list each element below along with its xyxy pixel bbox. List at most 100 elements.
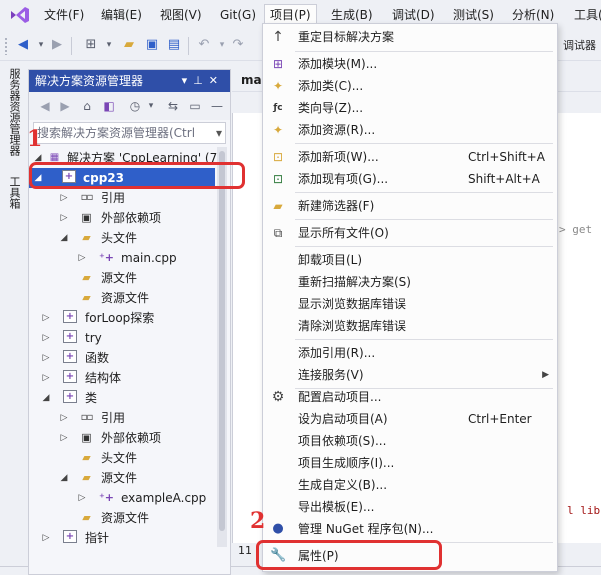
step-2-highlight-box [256, 540, 442, 570]
menu-item-clear-browse-db-errors[interactable]: 清除浏览数据库错误 [263, 315, 557, 337]
tree-item-references[interactable]: ▷ ▫▫ 引用 [29, 188, 219, 208]
save-all-icon[interactable]: ▤ [165, 36, 183, 54]
tree-item-header-files[interactable]: ▰ 头文件 [29, 448, 219, 468]
forward-icon[interactable]: ▶ [48, 36, 66, 54]
visual-studio-logo-icon[interactable] [9, 5, 31, 25]
collapsed-icon[interactable]: ▷ [41, 328, 51, 348]
switch-views-icon[interactable]: ◧ [101, 98, 117, 114]
menu-item-add-existing-item[interactable]: ⊡ 添加现有项(G)... Shift+Alt+A [263, 168, 557, 190]
menu-item-set-startup-project[interactable]: 设为启动项目(A) Ctrl+Enter [263, 408, 557, 430]
tree-item-project-pointers[interactable]: ▷ + 指针 [29, 528, 219, 548]
tree-item-project-try[interactable]: ▷ + try [29, 328, 219, 348]
menu-debug[interactable]: 调试(D) [392, 6, 435, 24]
menu-item-project-build-order[interactable]: 项目生成顺序(I)... [263, 452, 557, 474]
menu-item-add-class[interactable]: ✦ 添加类(C)... [263, 75, 557, 97]
collapsed-icon[interactable]: ▷ [59, 188, 69, 208]
collapsed-icon[interactable]: ▷ [41, 348, 51, 368]
tree-scrollbar[interactable] [217, 147, 227, 547]
menu-item-class-wizard[interactable]: ƒc 类向导(Z)... [263, 97, 557, 119]
solution-explorer-search-input[interactable]: 搜索解决方案资源管理器(Ctrl ▾ [33, 122, 226, 144]
collapsed-icon[interactable]: ▷ [59, 428, 69, 448]
tree-item-project-functions[interactable]: ▷ + 函数 [29, 348, 219, 368]
toolbox-tab[interactable]: 工具箱 [7, 176, 21, 209]
toolbar-grip[interactable] [4, 37, 8, 55]
menu-tools[interactable]: 工具( [574, 6, 601, 24]
debugger-label[interactable]: 调试器 [563, 37, 596, 53]
menu-item-show-all-files[interactable]: ⧉ 显示所有文件(O) [263, 222, 557, 244]
references-icon: ▫▫ [80, 192, 94, 203]
menu-item-manage-nuget[interactable]: ● 管理 NuGet 程序包(N)... [263, 518, 557, 540]
menu-view[interactable]: 视图(V) [160, 6, 202, 24]
home-icon[interactable]: ⌂ [79, 98, 95, 114]
more-icon[interactable]: — [209, 98, 225, 114]
collapsed-icon[interactable]: ▷ [77, 248, 87, 268]
pending-dropdown-icon[interactable]: ▾ [143, 98, 159, 114]
menu-item-label: 配置启动项目... [298, 390, 382, 404]
project-icon: + [63, 370, 77, 383]
new-dropdown-icon[interactable]: ▾ [100, 36, 118, 54]
tree-item-project-forloop[interactable]: ▷ + forLoop探索 [29, 308, 219, 328]
tree-item-main-cpp[interactable]: ▷ ⁺+ main.cpp [29, 248, 219, 268]
menu-build[interactable]: 生成(B) [331, 6, 373, 24]
tree-item-references[interactable]: ▷ ▫▫ 引用 [29, 408, 219, 428]
tree-item-project-class[interactable]: ◢ + 类 [29, 388, 219, 408]
expanded-icon[interactable]: ◢ [59, 468, 69, 488]
sync-icon[interactable]: ⇆ [165, 98, 181, 114]
tree-item-external-deps[interactable]: ▷ ▣ 外部依赖项 [29, 208, 219, 228]
tree-item-external-deps[interactable]: ▷ ▣ 外部依赖项 [29, 428, 219, 448]
menu-item-unload-project[interactable]: 卸载项目(L) [263, 249, 557, 271]
menu-analyze[interactable]: 分析(N) [512, 6, 554, 24]
menu-item-retarget-solution[interactable]: ↑ 重定目标解决方案 [263, 26, 557, 48]
external-deps-icon: ▣ [81, 211, 92, 224]
collapsed-icon[interactable]: ▷ [59, 208, 69, 228]
expanded-icon[interactable]: ◢ [59, 228, 69, 248]
tree-item-source-files[interactable]: ◢ ▰ 源文件 [29, 468, 219, 488]
scrollbar-thumb[interactable] [219, 151, 225, 531]
menu-file[interactable]: 文件(F) [44, 6, 84, 24]
menu-edit[interactable]: 编辑(E) [101, 6, 142, 24]
tree-item-label: 资源文件 [101, 291, 150, 305]
tree-item-resource-files[interactable]: ▰ 资源文件 [29, 288, 219, 308]
back-icon[interactable]: ◀ [14, 36, 32, 54]
back-icon[interactable]: ◀ [37, 98, 53, 114]
menu-item-add-new-item[interactable]: ⊡ 添加新项(W)... Ctrl+Shift+A [263, 146, 557, 168]
menu-item-new-filter[interactable]: ▰ 新建筛选器(F) [263, 195, 557, 217]
close-icon[interactable]: ✕ [209, 74, 224, 87]
collapsed-icon[interactable]: ▷ [41, 368, 51, 388]
tree-item-examplea-cpp[interactable]: ▷ ⁺+ exampleA.cpp [29, 488, 219, 508]
tree-item-source-files[interactable]: ▰ 源文件 [29, 268, 219, 288]
save-icon[interactable]: ▣ [143, 36, 161, 54]
menu-item-show-browse-db-errors[interactable]: 显示浏览数据库错误 [263, 293, 557, 315]
collapse-all-icon[interactable]: ▭ [187, 98, 203, 114]
menu-item-add-resource[interactable]: ✦ 添加资源(R)... [263, 119, 557, 141]
menu-item-connected-services[interactable]: 连接服务(V) ▶ [263, 364, 557, 386]
collapsed-icon[interactable]: ▷ [41, 528, 51, 548]
tree-item-header-files[interactable]: ◢ ▰ 头文件 [29, 228, 219, 248]
pending-changes-icon[interactable]: ◷ [127, 98, 143, 114]
expanded-icon[interactable]: ◢ [41, 388, 51, 408]
menu-item-project-dependencies[interactable]: 项目依赖项(S)... [263, 430, 557, 452]
redo-icon[interactable]: ↷ [229, 36, 247, 54]
pin-icon[interactable]: ⊥ [193, 74, 209, 87]
dropdown-icon[interactable]: ▾ [182, 74, 194, 87]
menu-item-export-template[interactable]: 导出模板(E)... [263, 496, 557, 518]
menu-item-build-customizations[interactable]: 生成自定义(B)... [263, 474, 557, 496]
collapsed-icon[interactable]: ▷ [59, 408, 69, 428]
open-folder-icon[interactable]: ▰ [120, 36, 138, 54]
menu-item-add-reference[interactable]: 添加引用(R)... [263, 342, 557, 364]
menu-test[interactable]: 测试(S) [453, 6, 494, 24]
tree-item-project-structs[interactable]: ▷ + 结构体 [29, 368, 219, 388]
menu-item-configure-startup[interactable]: ⚙ 配置启动项目... [263, 386, 557, 408]
menu-git[interactable]: Git(G) [220, 6, 256, 24]
menu-item-rescan-solution[interactable]: 重新扫描解决方案(S) [263, 271, 557, 293]
server-explorer-tab[interactable]: 服务器资源管理器 [7, 68, 21, 156]
undo-icon[interactable]: ↶ [195, 36, 213, 54]
forward-icon[interactable]: ▶ [57, 98, 73, 114]
tree-item-resource-files[interactable]: ▰ 资源文件 [29, 508, 219, 528]
collapsed-icon[interactable]: ▷ [41, 308, 51, 328]
menu-item-add-module[interactable]: ⊞ 添加模块(M)... [263, 53, 557, 75]
collapsed-icon[interactable]: ▷ [77, 488, 87, 508]
new-project-icon[interactable]: ⊞ [82, 36, 100, 54]
search-options-icon[interactable]: ▾ [216, 123, 222, 143]
project-icon: + [63, 350, 77, 363]
